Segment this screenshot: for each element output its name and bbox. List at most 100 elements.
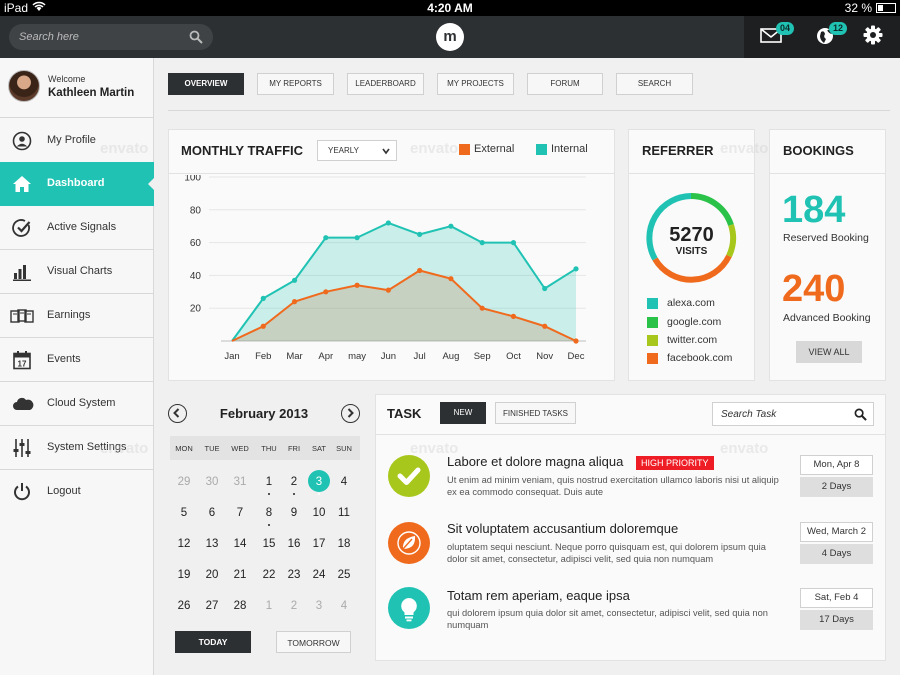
sliders-icon [13,439,31,457]
calendar-day[interactable]: 15 [257,533,281,555]
calendar-day[interactable]: 6 [200,502,224,524]
calendar-day[interactable]: 1 [257,471,281,495]
legend-swatch [647,317,658,328]
calendar-day[interactable]: 30 [200,471,224,493]
calendar-day[interactable]: 26 [172,595,196,617]
calendar-day[interactable]: 10 [307,502,331,524]
data-point [448,276,454,282]
settings-button[interactable] [862,24,888,50]
calendar-day[interactable]: 4 [332,595,356,617]
data-point [542,323,548,329]
calendar-day[interactable]: 1 [257,595,281,617]
calendar-day[interactable]: 21 [228,564,252,586]
task-duration: 17 Days [800,610,873,630]
referrer-label: alexa.com [667,297,715,309]
calendar-prev-button[interactable] [168,404,187,423]
y-tick-label: 20 [190,304,202,315]
search-icon[interactable] [189,30,203,44]
today-button[interactable]: TODAY [175,631,251,653]
calendar-day[interactable]: 20 [200,564,224,586]
calendar-day[interactable]: 19 [172,564,196,586]
task-description: oluptatem sequi nesciunt. Neque porro qu… [447,542,766,564]
data-point [354,235,360,241]
tab-overview[interactable]: OVERVIEW [168,73,244,95]
calendar-day[interactable]: 9 [282,502,306,524]
y-tick-label: 40 [190,271,202,282]
weekday-label: SAT [311,444,327,453]
gear-icon [863,25,883,45]
task-search-input[interactable] [721,403,851,425]
tab-my-projects[interactable]: MY PROJECTS [437,73,514,95]
advanced-booking-label: Advanced Booking [783,312,871,324]
x-tick-label: Nov [536,351,553,362]
calendar-day[interactable]: 24 [307,564,331,586]
search-input[interactable] [19,24,189,50]
task-icon-circle [388,587,430,629]
bookings-title: BOOKINGS [783,143,854,158]
app-logo[interactable]: m [436,23,464,51]
day-number: 3 [315,476,323,488]
user-profile[interactable]: Welcome Kathleen Martin [0,58,154,118]
period-select[interactable]: YEARLY [317,140,397,161]
calendar-day[interactable]: 4 [332,471,356,493]
weekday-label: WED [231,444,249,453]
view-all-button[interactable]: VIEW ALL [796,341,862,363]
calendar-day-selected[interactable]: 3 [307,470,331,495]
calendar-day[interactable]: 3 [307,595,331,617]
tab-search[interactable]: SEARCH [616,73,693,95]
period-value: YEARLY [328,146,359,155]
calendar-day[interactable]: 29 [172,471,196,493]
calendar-day[interactable]: 16 [282,533,306,555]
task-tab-new[interactable]: NEW [440,402,486,424]
sidebar-item-dashboard[interactable]: Dashboard [0,162,155,206]
mail-button[interactable]: 04 [760,22,794,50]
data-point [417,267,423,274]
task-tab-finished[interactable]: FINISHED TASKS [495,402,576,424]
globe-button[interactable]: 12 [815,22,847,50]
calendar-day[interactable]: 13 [200,533,224,555]
calendar-day[interactable]: 17 [307,533,331,555]
calendar-day[interactable]: 14 [228,533,252,555]
calendar-day[interactable]: 7 [228,502,252,524]
calendar-day[interactable]: 2 [282,595,306,617]
sidebar-item-active-signals[interactable]: Active Signals [0,206,154,250]
tab-forum[interactable]: FORUM [527,73,603,95]
data-point [354,282,360,288]
calendar-day[interactable]: 5 [172,502,196,524]
search-icon[interactable] [854,408,867,421]
calendar-day[interactable]: 28 [228,595,252,617]
sidebar-item-events[interactable]: 17 Events [0,338,154,382]
calendar-day[interactable]: 8 [257,502,281,526]
referrer-panel: REFERRER 5270 VISITS alexa.com google.co… [628,129,755,381]
sidebar-item-earnings[interactable]: Earnings [0,294,154,338]
calendar-day[interactable]: 12 [172,533,196,555]
data-point [260,323,266,329]
calendar-next-button[interactable] [341,404,360,423]
calendar-day[interactable]: 22 [257,564,281,586]
cloud-icon [13,397,34,410]
sidebar-item-system-settings[interactable]: System Settings [0,426,154,470]
calendar-day[interactable]: 23 [282,564,306,586]
check-circle-icon [12,219,31,237]
x-tick-label: Sep [474,351,491,362]
calendar-day[interactable]: 25 [332,564,356,586]
sidebar-item-cloud-system[interactable]: Cloud System [0,382,154,426]
sidebar: Welcome Kathleen Martin My Profile Dashb… [0,58,155,675]
day-number: 2 [290,476,298,488]
tab-my-reports[interactable]: MY REPORTS [257,73,334,95]
task-description: qui dolorem ipsum quia dolor sit amet, c… [447,608,768,630]
sidebar-item-my-profile[interactable]: My Profile [0,119,154,163]
event-dot [268,524,270,526]
sidebar-item-visual-charts[interactable]: Visual Charts [0,250,154,294]
calendar-day[interactable]: 18 [332,533,356,555]
tomorrow-button[interactable]: TOMORROW [276,631,351,653]
x-tick-label: Jun [381,351,396,362]
sidebar-item-logout[interactable]: Logout [0,470,154,514]
calendar-day[interactable]: 27 [200,595,224,617]
calendar-day[interactable]: 11 [332,502,356,524]
tab-leaderboard[interactable]: LEADERBOARD [347,73,424,95]
data-point [573,266,579,272]
calendar-day[interactable]: 31 [228,471,252,493]
calendar-day[interactable]: 2 [282,471,306,495]
visits-label: VISITS [675,246,708,257]
